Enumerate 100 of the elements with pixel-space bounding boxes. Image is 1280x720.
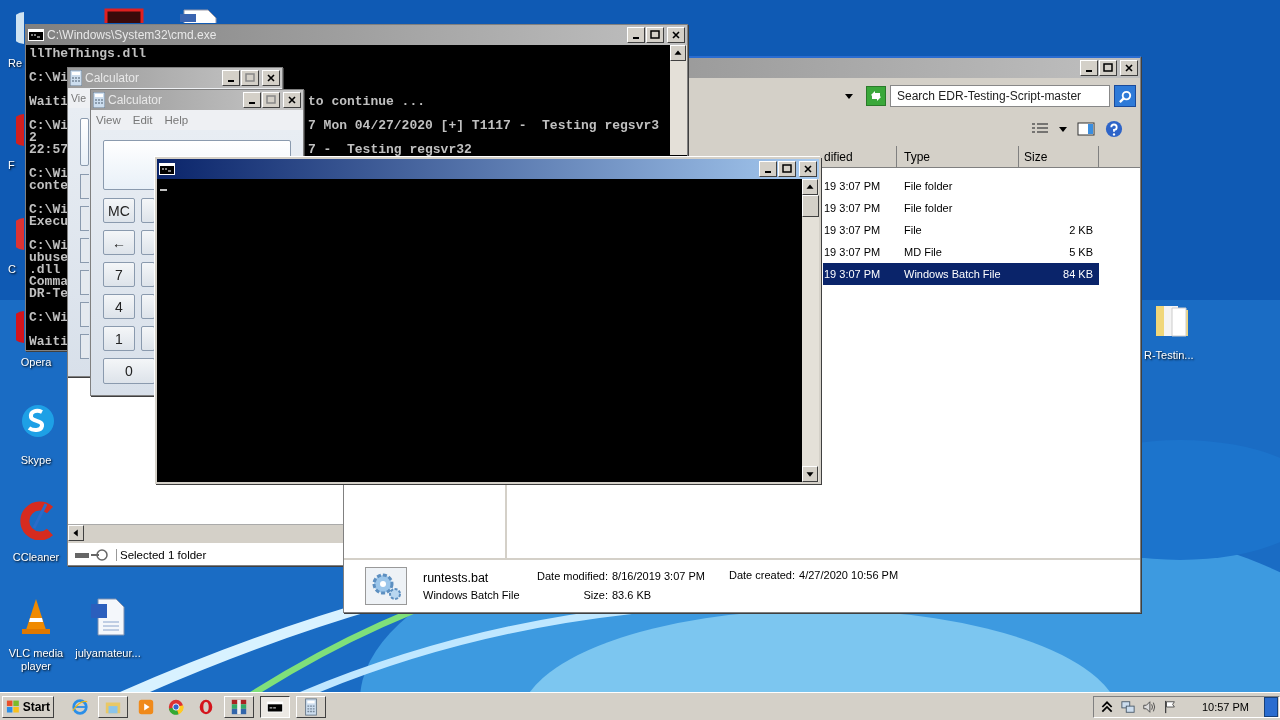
calculator-key[interactable]	[141, 326, 155, 351]
file-row[interactable]: 19 3:07 PM File folder	[823, 175, 1099, 197]
maximize-icon	[650, 30, 660, 40]
menu-item[interactable]: Edit	[132, 114, 153, 126]
minimize-button[interactable]	[759, 161, 777, 177]
calculator-key[interactable]: MC	[103, 198, 135, 223]
console-text: Waiti	[29, 334, 68, 349]
browser-icon	[71, 697, 89, 716]
table-cell: 2 KB	[1069, 224, 1093, 236]
console-text: 7 Mon 04/27/2020 [+] T1117 - Testing regsvr3	[308, 120, 660, 132]
close-icon	[671, 30, 681, 40]
preview-pane-icon[interactable]	[1076, 120, 1096, 138]
column-header[interactable]: Size	[1019, 146, 1099, 167]
caret-icon[interactable]	[1058, 124, 1068, 134]
table-cell-text: MD File	[903, 246, 943, 258]
show-desktop-button[interactable]	[1264, 696, 1278, 717]
document-icon[interactable]	[88, 596, 128, 636]
console-text: .dll	[29, 262, 61, 277]
console-text: to continue ...	[308, 96, 426, 108]
vertical-scrollbar[interactable]	[802, 179, 819, 482]
console-text: Execu	[29, 214, 68, 229]
maximize-icon	[1103, 63, 1113, 73]
menu-item[interactable]: View	[96, 114, 121, 126]
table-cell-text: 19 3:07 PM	[823, 180, 882, 192]
calculator-key[interactable]	[141, 230, 155, 255]
console-text: C:\Wi	[29, 238, 68, 253]
maximize-button[interactable]	[778, 161, 796, 177]
close-button[interactable]	[799, 161, 817, 177]
calculator-key[interactable]: 0	[103, 358, 155, 384]
console-text: ubuse	[29, 250, 68, 265]
menu-item[interactable]: Vie	[71, 92, 86, 104]
icon-label: Opera	[20, 356, 52, 369]
column-header[interactable]: dified	[823, 146, 897, 167]
search-button[interactable]	[1114, 85, 1136, 107]
vertical-scrollbar[interactable]	[670, 45, 687, 155]
refresh-button[interactable]	[866, 86, 886, 106]
icon-label: Re	[8, 57, 23, 70]
flag-icon[interactable]	[1162, 699, 1177, 714]
calculator-key[interactable]: 7	[103, 262, 135, 287]
minimize-icon	[249, 101, 255, 104]
icon-label: F	[8, 159, 15, 172]
show-hidden-icons-icon[interactable]	[1099, 699, 1114, 714]
console-text: C:\Wi	[29, 202, 68, 217]
help-icon[interactable]	[1104, 120, 1124, 138]
table-cell: 5 KB	[1069, 246, 1093, 258]
clock[interactable]: 10:57 PM	[1201, 700, 1249, 713]
start-button[interactable]: Start	[2, 695, 54, 718]
calculator-key[interactable]	[141, 262, 155, 287]
menu-item[interactable]: Help	[164, 114, 189, 126]
table-cell-text: 19 3:07 PM	[823, 202, 882, 214]
calculator-key[interactable]: ←	[103, 230, 135, 255]
close-icon	[266, 73, 276, 83]
file-row[interactable]: 19 3:07 PM MD File 5 KB	[823, 241, 1099, 263]
scroll-up-icon[interactable]	[802, 179, 818, 195]
search-field[interactable]: Search EDR-Testing-Script-master	[890, 85, 1110, 107]
file-row[interactable]: 19 3:07 PM File 2 KB	[823, 219, 1099, 241]
window-title: Calculator	[85, 71, 141, 85]
calculator-key[interactable]	[141, 294, 155, 319]
field-value: 83.6 KB	[612, 589, 653, 602]
calculator-key[interactable]: 4	[103, 294, 135, 319]
file-row[interactable]: 19 3:07 PM File folder	[823, 197, 1099, 219]
table-cell-text: Windows Batch File	[903, 268, 1002, 280]
speaker-icon[interactable]	[1141, 699, 1156, 714]
close-icon	[287, 95, 297, 105]
taskbar-button[interactable]	[260, 695, 290, 718]
calculator-key[interactable]: 1	[103, 326, 135, 351]
console-icon	[159, 163, 175, 175]
table-cell-text: File	[903, 224, 923, 236]
file-row[interactable]: 19 3:07 PM Windows Batch File 84 KB	[823, 263, 1099, 285]
field-label: Size:	[582, 589, 608, 602]
browser-icon	[167, 697, 185, 716]
console-text: C:\Wi	[29, 166, 68, 181]
scroll-down-icon[interactable]	[802, 466, 818, 482]
table-cell-text: 19 3:07 PM	[823, 268, 882, 280]
console-text: 22:57	[29, 142, 68, 157]
icon-label: VLC media player	[7, 647, 65, 673]
icon-label: Skype	[20, 454, 52, 467]
field-label: Date modified:	[536, 570, 608, 583]
network-icon[interactable]	[1120, 699, 1135, 714]
scroll-up-icon[interactable]	[670, 45, 686, 61]
maximize-icon	[782, 164, 792, 174]
scroll-thumb[interactable]	[802, 195, 819, 217]
console-text: llTheThings.dll	[29, 46, 147, 61]
close-icon	[803, 164, 813, 174]
horizontal-scrollbar[interactable]	[68, 524, 343, 543]
calculator-key[interactable]	[141, 198, 155, 223]
minimize-icon	[228, 79, 234, 82]
icon-label: C	[8, 263, 16, 276]
table-cell-text: 19 3:07 PM	[823, 224, 882, 236]
text-cursor	[160, 189, 167, 191]
maximize-icon	[266, 95, 276, 105]
close-icon	[1124, 63, 1134, 73]
dropdown-icon[interactable]	[844, 91, 854, 101]
file-name: runtests.bat	[423, 570, 490, 585]
document-icon[interactable]	[178, 8, 218, 23]
column-header[interactable]: Type	[897, 146, 1019, 167]
archive-icon	[230, 697, 248, 716]
search-icon	[1117, 88, 1133, 104]
scroll-left-icon[interactable]	[68, 525, 84, 541]
console-icon	[28, 29, 44, 41]
